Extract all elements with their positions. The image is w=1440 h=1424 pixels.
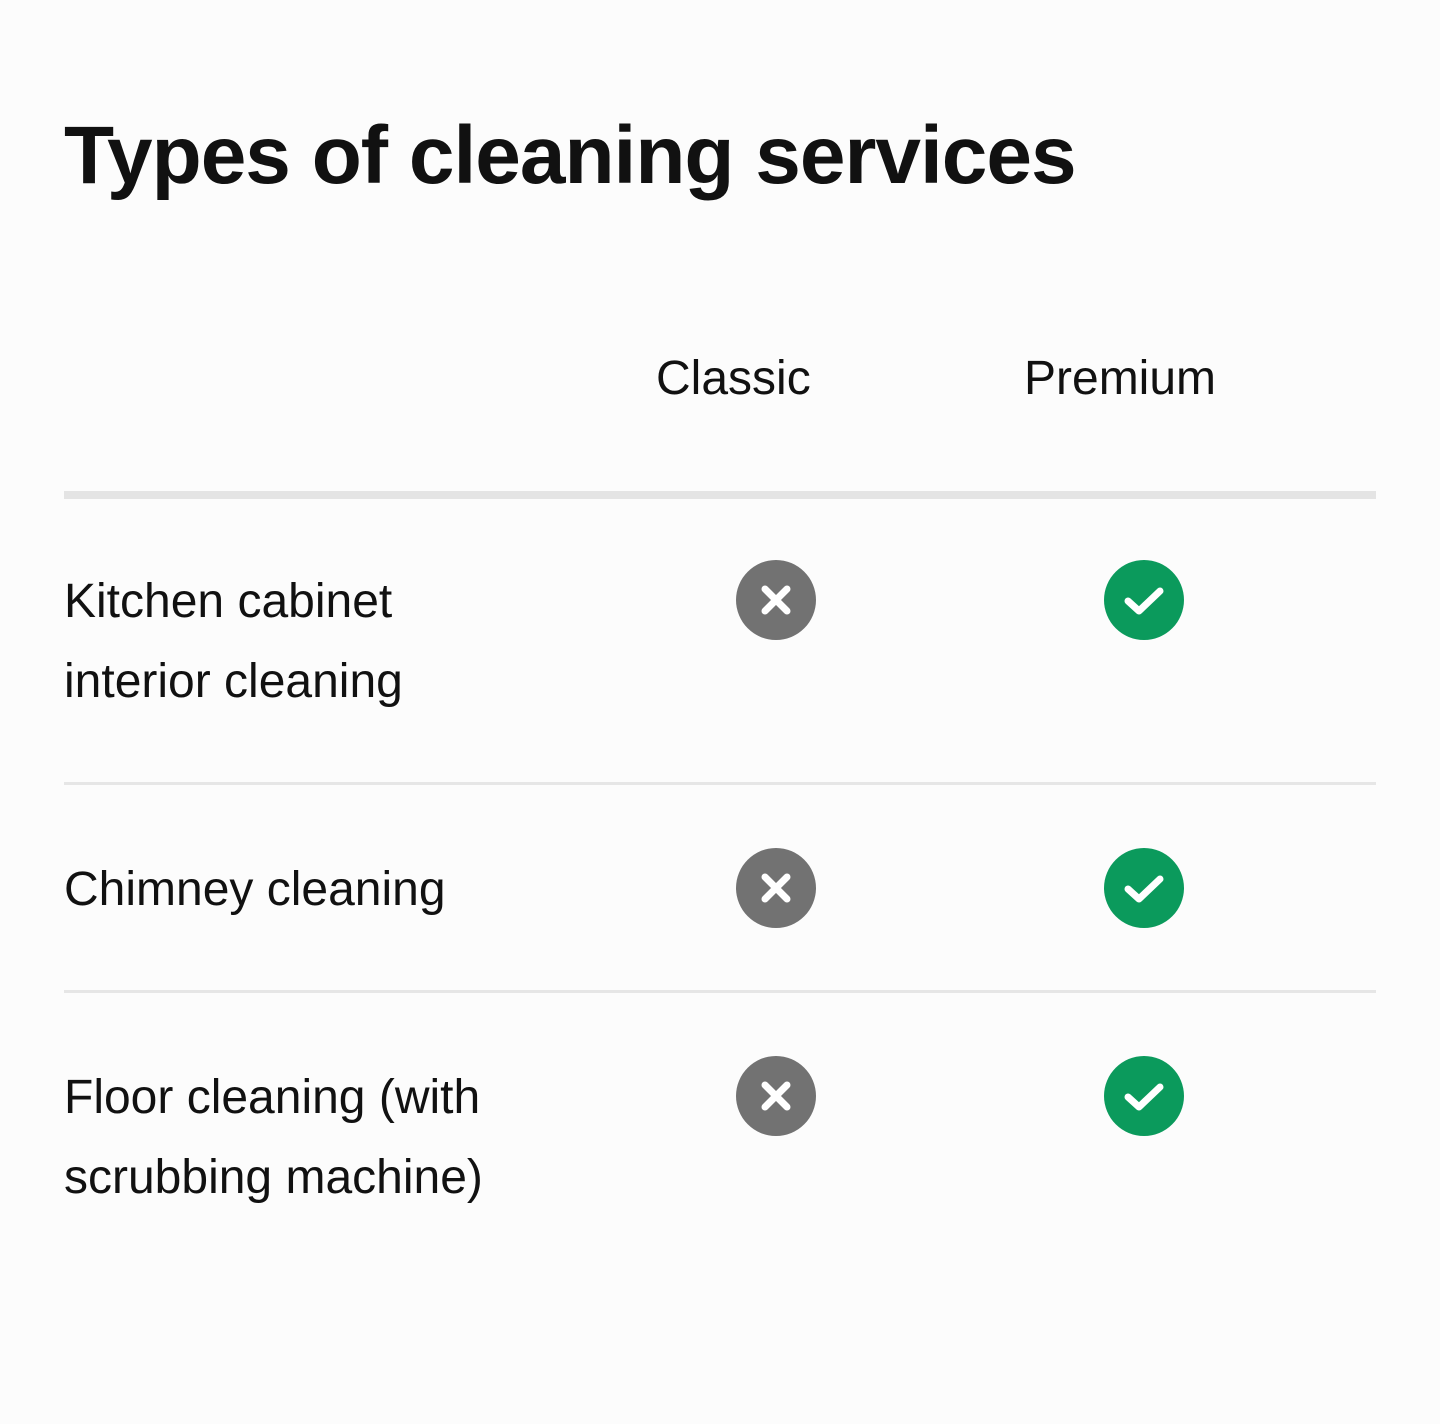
page-title: Types of cleaning services	[64, 110, 1077, 201]
x-circle-icon	[736, 560, 816, 640]
x-circle-icon	[736, 1056, 816, 1136]
row-label-floor-cleaning: Floor cleaning (with scrubbing machine)	[64, 1071, 483, 1204]
row-label-chimney: Chimney cleaning	[64, 863, 446, 916]
header-divider	[64, 491, 1376, 499]
row-divider	[64, 782, 1376, 785]
x-circle-icon	[736, 848, 816, 928]
row-label-kitchen-cabinet: Kitchen cabinet interior cleaning	[64, 575, 403, 708]
column-header-classic: Classic	[656, 352, 811, 405]
check-circle-icon	[1104, 848, 1184, 928]
row-divider	[64, 990, 1376, 993]
comparison-page: Types of cleaning services Classic Premi…	[0, 0, 1440, 1424]
check-circle-icon	[1104, 560, 1184, 640]
column-header-premium: Premium	[1024, 352, 1217, 405]
check-circle-icon	[1104, 1056, 1184, 1136]
